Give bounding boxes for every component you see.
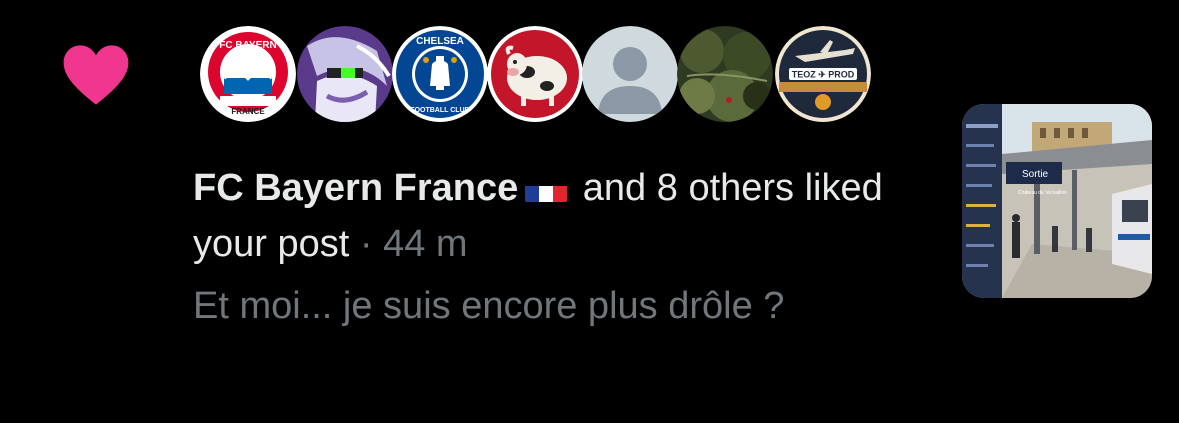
teoz-text: TEOZ ✈ PROD — [792, 70, 855, 80]
chelsea-bottom-text: FOOTBALL CLUB — [410, 107, 469, 114]
time-separator: · — [349, 223, 384, 265]
like-notification[interactable]: FC BAYERN FRANCE CHELSEA FOOTBALL CLUB T… — [0, 0, 1179, 423]
avatar-anime-character[interactable] — [297, 26, 393, 122]
avatar-forest-photo[interactable] — [677, 26, 773, 122]
heart-icon — [63, 45, 129, 105]
post-excerpt: Et moi... je suis encore plus drôle ? — [193, 285, 785, 327]
chelsea-top-text: CHELSEA — [416, 36, 464, 47]
time-ago: 44 m — [383, 223, 468, 265]
avatar-teoz-prod[interactable]: TEOZ ✈ PROD — [775, 26, 871, 122]
thumb-sign-text: Sortie — [1022, 169, 1049, 180]
thumb-sub-text: Château de Versailles — [1018, 190, 1067, 196]
notification-headline: FC Bayern France and 8 others liked your… — [193, 160, 913, 272]
french-flag-icon — [524, 174, 568, 202]
actor-name[interactable]: FC Bayern France — [193, 167, 518, 209]
bayern-top-text: FC BAYERN — [219, 40, 276, 51]
avatar-cartoon-cow[interactable] — [487, 26, 583, 122]
bayern-bottom-text: FRANCE — [231, 107, 265, 116]
avatar-default-profile[interactable] — [582, 26, 678, 122]
avatar-fc-bayern-france[interactable]: FC BAYERN FRANCE — [200, 26, 296, 122]
liker-avatars: FC BAYERN FRANCE CHELSEA FOOTBALL CLUB T… — [200, 26, 880, 126]
avatar-chelsea-fc[interactable]: CHELSEA FOOTBALL CLUB — [392, 26, 488, 122]
post-media-thumbnail[interactable]: Sortie Château de Versailles — [962, 104, 1152, 298]
notification-text: FC Bayern France and 8 others liked your… — [193, 160, 913, 334]
